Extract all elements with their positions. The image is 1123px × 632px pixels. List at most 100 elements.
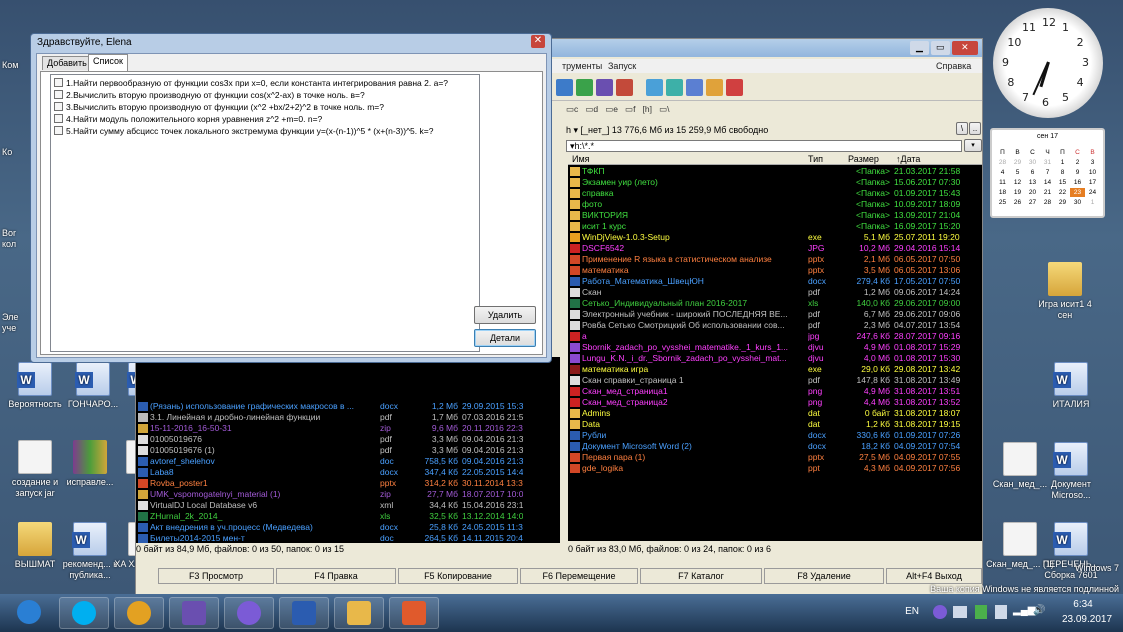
- col-date[interactable]: ↑Дата: [896, 154, 920, 164]
- file-row[interactable]: Data dat 1,2 Кб 31.08.2017 19:15: [568, 419, 982, 430]
- file-row[interactable]: Применение R языка в статистическом анал…: [568, 254, 982, 265]
- file-row[interactable]: Rovba_poster1 pptx 314,2 Кб 30.11.2014 13:3: [136, 478, 560, 489]
- view-icon[interactable]: [576, 79, 593, 96]
- clock-time[interactable]: 6:34: [1063, 599, 1103, 610]
- file-row[interactable]: WinDjView-1.0.3-Setup exe 5,1 Мб 25.07.2011…: [568, 232, 982, 243]
- calendar-day[interactable]: 30: [1070, 198, 1085, 207]
- start-orb-taskbar-button[interactable]: [4, 597, 54, 629]
- tab-list[interactable]: Список: [88, 54, 128, 71]
- file-row[interactable]: ТФКП <Папка> 21.03.2017 21:58: [568, 166, 982, 177]
- file-row[interactable]: Рубли docx 330,6 Кб 01.09.2017 07:26: [568, 430, 982, 441]
- calendar-day[interactable]: 1: [1085, 198, 1100, 207]
- checkbox[interactable]: [54, 114, 63, 123]
- calendar-day[interactable]: 11: [995, 178, 1010, 187]
- clock-gadget[interactable]: 12 1 2 3 4 5 6 7 8 9 10 11: [993, 8, 1103, 118]
- calendar-day[interactable]: 1: [1055, 158, 1070, 167]
- calendar-day[interactable]: 21: [1040, 188, 1055, 197]
- task-item[interactable]: 4.Найти модуль положительного корня урав…: [54, 114, 322, 124]
- power-icon[interactable]: [995, 605, 1007, 619]
- file-row[interactable]: математика pptx 3,5 Мб 06.05.2017 13:06: [568, 265, 982, 276]
- file-row[interactable]: Скан_мед_страница1 png 4,9 Мб 31.08.2017 13…: [568, 386, 982, 397]
- col-type[interactable]: Тип: [808, 154, 823, 164]
- calendar-day[interactable]: 8: [1055, 168, 1070, 177]
- right-path-field[interactable]: ▾h:\*.*: [566, 140, 962, 152]
- file-row[interactable]: Работа_Математика_ШвецЮН docx 279,4 Кб 17.0…: [568, 276, 982, 287]
- function-key-button[interactable]: F6 Перемещение: [520, 568, 638, 584]
- skype-taskbar-button[interactable]: [59, 597, 109, 629]
- file-row[interactable]: Sbornik_zadach_po_vysshei_matematike._1_…: [568, 342, 982, 353]
- task-item[interactable]: 1.Найти первообразную от функции cos3x п…: [54, 78, 448, 88]
- file-row[interactable]: фото <Папка> 10.09.2017 18:09: [568, 199, 982, 210]
- calendar-day[interactable]: 20: [1025, 188, 1040, 197]
- volume-icon[interactable]: 🔊: [1033, 605, 1047, 619]
- pack-icon[interactable]: [596, 79, 613, 96]
- function-key-button[interactable]: F8 Удаление: [764, 568, 884, 584]
- checkbox[interactable]: [54, 126, 63, 135]
- calendar-gadget[interactable]: сен 17 П В С Ч П С В 28 29 30 31 1 2 3 4 5 6 7 8 9 10 11 12 13 1…: [990, 128, 1105, 218]
- menu-item[interactable]: трументы: [562, 61, 602, 71]
- search-icon[interactable]: [706, 79, 723, 96]
- task-checklist[interactable]: 1.Найти первообразную от функции cos3x п…: [50, 74, 480, 352]
- floppy-app-taskbar-button[interactable]: [169, 597, 219, 629]
- tab-add[interactable]: Добавить: [42, 56, 92, 70]
- parent-dir-button[interactable]: ..: [969, 122, 981, 135]
- desktop-icon[interactable]: ИТАЛИЯ: [1036, 362, 1106, 410]
- desktop-label[interactable]: Эле: [2, 312, 18, 322]
- calendar-day[interactable]: 15: [1055, 178, 1070, 187]
- calendar-day[interactable]: 28: [1040, 198, 1055, 207]
- calendar-day[interactable]: 18: [995, 188, 1010, 197]
- calendar-day[interactable]: 23: [1070, 188, 1085, 197]
- file-row[interactable]: Акт внедрения в уч.процесс (Медведева) do…: [136, 522, 560, 533]
- task-item[interactable]: 5.Найти сумму абсцисс точек локального э…: [54, 126, 433, 136]
- calendar-day[interactable]: 29: [1055, 198, 1070, 207]
- action-center-icon[interactable]: [953, 606, 967, 618]
- calendar-day[interactable]: 24: [1085, 188, 1100, 197]
- function-key-button[interactable]: F3 Просмотр: [158, 568, 274, 584]
- calendar-day[interactable]: 31: [1040, 158, 1055, 167]
- function-key-button[interactable]: Alt+F4 Выход: [886, 568, 982, 584]
- function-key-button[interactable]: F4 Правка: [276, 568, 396, 584]
- file-row[interactable]: UMK_vspomogatelnyi_material (1) zip 27,7 М…: [136, 489, 560, 500]
- desktop-icon[interactable]: Игра исит1 4 сен: [1030, 262, 1100, 321]
- language-indicator[interactable]: EN: [905, 606, 919, 617]
- left-file-panel[interactable]: (Рязань) использование графических макро…: [136, 357, 560, 553]
- file-row[interactable]: ZHurnal_2k_2014_ xls 32,5 Кб 13.12.2014 14:…: [136, 511, 560, 522]
- maximize-icon[interactable]: ▭: [930, 41, 950, 55]
- file-row[interactable]: Laba8 docx 347,4 Кб 22.05.2015 14:4: [136, 467, 560, 478]
- calendar-day[interactable]: 13: [1025, 178, 1040, 187]
- right-drive-info[interactable]: h ▾ [_нет_] 13 776,6 Мб из 15 259,9 Мб с…: [566, 123, 926, 137]
- desktop-label[interactable]: уче: [2, 323, 16, 333]
- calendar-day[interactable]: 22: [1055, 188, 1070, 197]
- calendar-day[interactable]: 27: [1025, 198, 1040, 207]
- calendar-day[interactable]: 28: [995, 158, 1010, 167]
- calendar-day[interactable]: 14: [1040, 178, 1055, 187]
- calendar-day[interactable]: 19: [1010, 188, 1025, 197]
- file-row[interactable]: Скан справки_страница 1 pdf 147,8 Кб 31.08.…: [568, 375, 982, 386]
- calendar-day[interactable]: 2: [1070, 158, 1085, 167]
- file-row[interactable]: Документ Microsoft Word (2) docx 18,2 Кб 04…: [568, 441, 982, 452]
- history-button[interactable]: ▾: [964, 139, 982, 152]
- ftp-icon[interactable]: [686, 79, 703, 96]
- desktop-label[interactable]: Ко: [2, 147, 12, 157]
- root-dir-button[interactable]: \: [956, 122, 968, 135]
- checkbox[interactable]: [54, 78, 63, 87]
- menu-item[interactable]: Запуск: [608, 61, 636, 71]
- clock-date[interactable]: 23.09.2017: [1057, 614, 1117, 625]
- col-size[interactable]: Размер: [848, 154, 879, 164]
- calendar-day[interactable]: 17: [1085, 178, 1100, 187]
- chrome-taskbar-button[interactable]: [114, 597, 164, 629]
- viber-tray-icon[interactable]: [933, 605, 947, 619]
- file-row[interactable]: a jpg 247,6 Кб 28.07.2017 09:16: [568, 331, 982, 342]
- file-row[interactable]: справка <Папка> 01.09.2017 15:43: [568, 188, 982, 199]
- drive-buttons[interactable]: ▭c ▭d ▭e ▭f [h] ▭\: [566, 104, 669, 115]
- close-icon[interactable]: ✕: [531, 35, 545, 48]
- function-key-button[interactable]: F7 Каталог: [640, 568, 762, 584]
- network-icon[interactable]: [975, 605, 987, 619]
- refresh-icon[interactable]: [556, 79, 573, 96]
- notepad-icon[interactable]: [726, 79, 743, 96]
- calendar-day[interactable]: 4: [995, 168, 1010, 177]
- file-row[interactable]: Первая пара (1) pptx 27,5 Мб 04.09.2017 07:…: [568, 452, 982, 463]
- compare-icon[interactable]: [666, 79, 683, 96]
- task-item[interactable]: 3.Вычислить вторую производную от функци…: [54, 102, 384, 112]
- file-row[interactable]: ВИКТОРИЯ <Папка> 13.09.2017 21:04: [568, 210, 982, 221]
